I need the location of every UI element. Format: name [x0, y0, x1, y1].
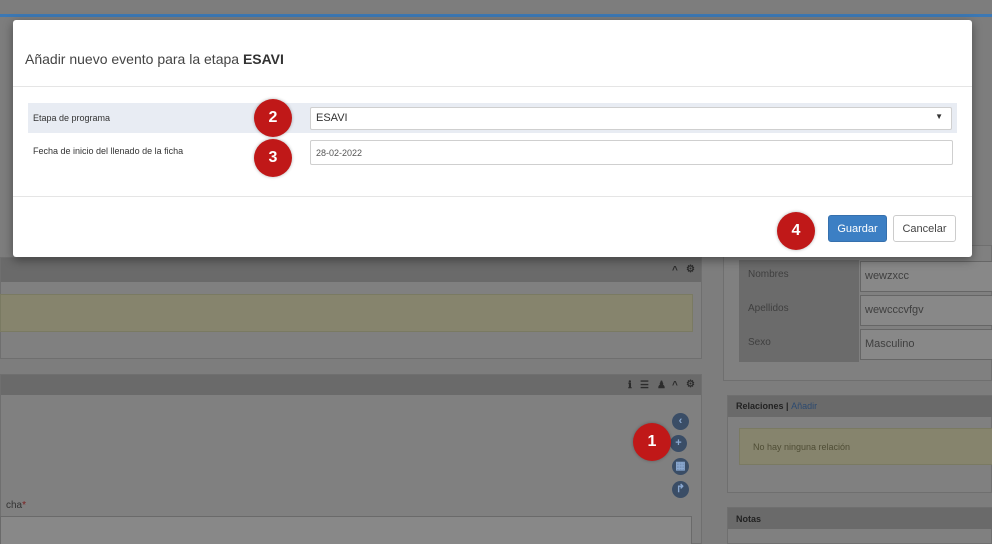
- settings-icon[interactable]: ⚙: [686, 379, 695, 390]
- user-icon[interactable]: ♟: [657, 380, 666, 391]
- step-marker-4: 4: [777, 212, 815, 250]
- stage-select[interactable]: ESAVI ▼: [310, 107, 952, 130]
- stage-panel: ^ ⚙: [0, 257, 702, 359]
- modal-header: Añadir nuevo evento para la etapa ESAVI: [13, 20, 972, 87]
- stage-label: Etapa de programa: [33, 113, 111, 123]
- chevron-down-icon: ▼: [935, 112, 943, 121]
- calendar-icon[interactable]: ▦: [672, 458, 689, 475]
- step-marker-3: 3: [254, 139, 292, 177]
- nombres-value: wewzxcc: [860, 261, 992, 292]
- field-input-partial[interactable]: [0, 516, 692, 544]
- field-label-partial: cha*: [6, 500, 27, 511]
- share-icon[interactable]: ↱: [672, 481, 689, 498]
- stage-alert: [0, 294, 693, 332]
- relations-empty-alert: No hay ninguna relación: [739, 428, 992, 465]
- collapse-icon[interactable]: ^: [672, 265, 678, 276]
- relations-title: Relaciones | Añadir: [736, 401, 818, 411]
- add-relation-link[interactable]: Añadir: [791, 401, 817, 411]
- modal-title: Añadir nuevo evento para la etapa ESAVI: [25, 51, 284, 67]
- notes-title: Notas: [736, 514, 762, 524]
- collapse-icon[interactable]: ^: [672, 380, 678, 391]
- chevron-left-icon[interactable]: ‹: [672, 413, 689, 430]
- info-icon[interactable]: ℹ: [628, 380, 632, 391]
- notes-panel: Notas: [727, 507, 992, 544]
- step-marker-2: 2: [254, 99, 292, 137]
- app-header-stripe: [0, 14, 992, 17]
- relations-panel: Relaciones | Añadir No hay ninguna relac…: [727, 395, 992, 493]
- stage-row: Etapa de programa ESAVI ▼: [28, 103, 957, 133]
- events-panel: ℹ ☰ ♟ ^ ⚙ ‹ + ▦ ↱ cha*: [0, 374, 702, 544]
- sexo-label: Sexo: [739, 328, 859, 362]
- nombres-label: Nombres: [739, 260, 859, 294]
- sexo-value: Masculino: [860, 329, 992, 360]
- save-button[interactable]: Guardar: [828, 215, 887, 242]
- apellidos-label: Apellidos: [739, 294, 859, 328]
- list-icon[interactable]: ☰: [640, 380, 649, 391]
- add-event-icon[interactable]: +: [670, 435, 687, 452]
- cancel-button[interactable]: Cancelar: [893, 215, 956, 242]
- apellidos-value: wewcccvfgv: [860, 295, 992, 326]
- add-event-modal: Añadir nuevo evento para la etapa ESAVI …: [13, 20, 972, 257]
- person-panel: Nombres wewzxcc Apellidos wewcccvfgv Sex…: [723, 245, 992, 381]
- start-date-input[interactable]: 28-02-2022: [310, 140, 953, 165]
- date-label: Fecha de inicio del llenado de la ficha: [33, 146, 184, 156]
- date-row: Fecha de inicio del llenado de la ficha …: [28, 137, 957, 167]
- step-marker-1: 1: [633, 423, 671, 461]
- settings-icon[interactable]: ⚙: [686, 264, 695, 275]
